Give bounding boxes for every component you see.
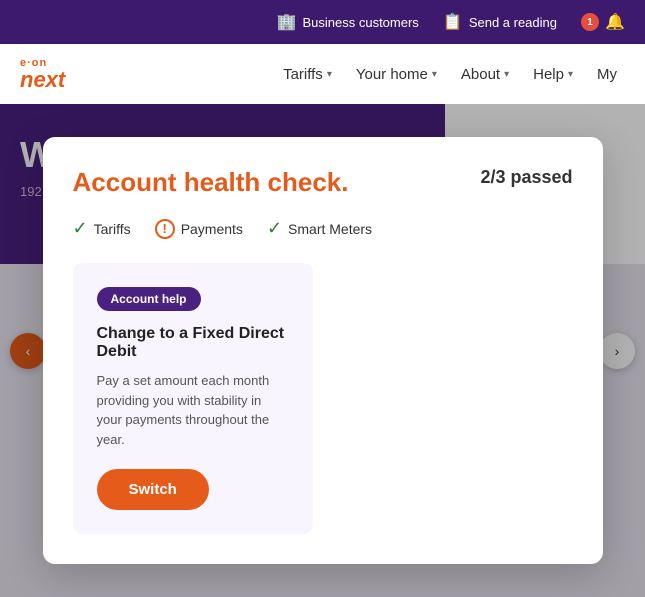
check-smart-meters: ✓ Smart Meters [267, 218, 372, 239]
modal-header: Account health check. 2/3 passed [73, 167, 573, 198]
check-warning-icon: ! [155, 219, 175, 239]
notification-item[interactable]: 1 🔔 [581, 12, 625, 32]
nav-about-label: About [461, 66, 500, 83]
help-card-desc: Pay a set amount each month providing yo… [97, 371, 289, 449]
business-customers-link[interactable]: 🏢 Business customers [276, 12, 418, 32]
reading-icon: 📋 [443, 12, 463, 32]
chevron-down-icon: ▾ [568, 69, 573, 80]
nav-items: Tariffs ▾ Your home ▾ About ▾ Help ▾ My [275, 60, 625, 89]
nav-your-home-label: Your home [356, 66, 428, 83]
logo[interactable]: e·on next [20, 58, 65, 91]
nav-help[interactable]: Help ▾ [525, 60, 581, 89]
nav-help-label: Help [533, 66, 564, 83]
help-card-title: Change to a Fixed Direct Debit [97, 325, 289, 361]
check-tariffs-label: Tariffs [94, 221, 131, 237]
nav-my-label: My [597, 66, 617, 83]
nav-bar: e·on next Tariffs ▾ Your home ▾ About ▾ … [0, 44, 645, 104]
chevron-down-icon: ▾ [432, 69, 437, 80]
modal-score: 2/3 passed [480, 167, 572, 188]
switch-button[interactable]: Switch [97, 469, 209, 510]
check-pass-icon: ✓ [267, 218, 282, 239]
background-content: Wo 192 G t paym payme ment is s after is… [0, 104, 645, 597]
nav-tariffs[interactable]: Tariffs ▾ [275, 60, 340, 89]
modal-overlay: Account health check. 2/3 passed ✓ Tarif… [0, 104, 645, 597]
business-customers-label: Business customers [302, 15, 418, 30]
send-reading-label: Send a reading [469, 15, 557, 30]
health-check-modal: Account health check. 2/3 passed ✓ Tarif… [43, 137, 603, 564]
top-bar: 🏢 Business customers 📋 Send a reading 1 … [0, 0, 645, 44]
notification-icon: 🔔 [605, 12, 625, 32]
nav-your-home[interactable]: Your home ▾ [348, 60, 445, 89]
help-card: Account help Change to a Fixed Direct De… [73, 263, 313, 534]
nav-my[interactable]: My [589, 60, 625, 89]
modal-checks: ✓ Tariffs ! Payments ✓ Smart Meters [73, 218, 573, 239]
send-reading-link[interactable]: 📋 Send a reading [443, 12, 557, 32]
help-badge: Account help [97, 287, 201, 311]
check-smart-meters-label: Smart Meters [288, 221, 372, 237]
nav-about[interactable]: About ▾ [453, 60, 517, 89]
logo-next: next [20, 69, 65, 91]
nav-tariffs-label: Tariffs [283, 66, 323, 83]
business-icon: 🏢 [276, 12, 296, 32]
check-payments: ! Payments [155, 219, 243, 239]
chevron-down-icon: ▾ [327, 69, 332, 80]
check-pass-icon: ✓ [73, 218, 88, 239]
chevron-down-icon: ▾ [504, 69, 509, 80]
check-payments-label: Payments [181, 221, 243, 237]
modal-title: Account health check. [73, 167, 349, 198]
check-tariffs: ✓ Tariffs [73, 218, 131, 239]
notification-badge: 1 [581, 13, 599, 31]
